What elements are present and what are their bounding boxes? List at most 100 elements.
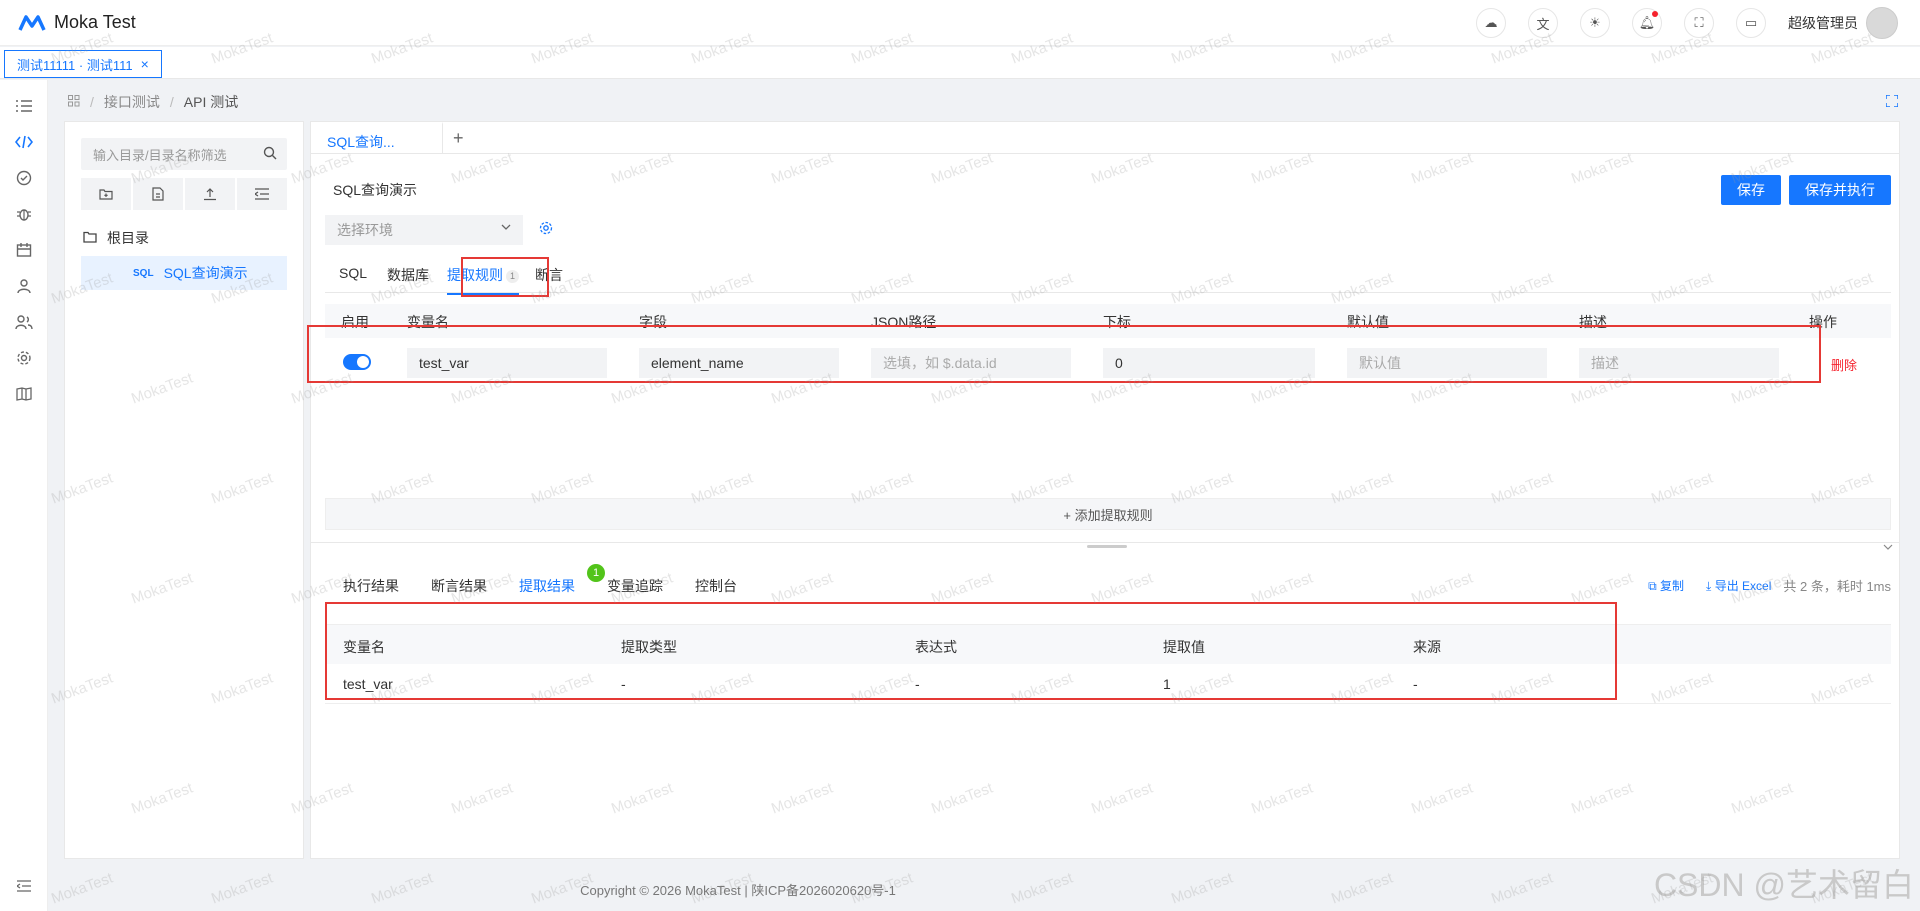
breadcrumb-separator: / (90, 94, 94, 110)
result-cell-source: - (1413, 676, 1418, 692)
result-col-var-name: 变量名 (343, 639, 385, 655)
rules-col-index: 下标 (1103, 314, 1131, 330)
tab-assert-result[interactable]: 断言结果 (431, 576, 487, 596)
rules-col-var-name: 变量名 (407, 314, 449, 330)
splitter-grip[interactable] (1087, 545, 1127, 548)
moka-logo-icon (18, 14, 46, 31)
rules-col-json-path: JSON路径 (871, 314, 937, 330)
result-cell-expression: - (915, 676, 920, 692)
save-button[interactable]: 保存 (1721, 175, 1781, 205)
request-editor-panel: SQL查询... + SQL查询演示 保存 保存并执行 选择环境 SQL 数据库… (307, 121, 1900, 859)
breadcrumb-item-api-test-group[interactable]: 接口测试 (104, 92, 160, 112)
tab-extract-rules-label: 提取规则 (447, 267, 503, 283)
tree-root-label: 根目录 (107, 230, 149, 246)
result-meta: ⧉ 复制 ⤓ 导出 Excel 共 2 条，耗时 1ms (1626, 576, 1891, 595)
request-tab-bar: SQL查询... + (311, 122, 1899, 154)
video-icon[interactable]: ▭ (1736, 8, 1766, 38)
tab-assertions[interactable]: 断言 (535, 265, 563, 285)
environment-settings-icon[interactable] (539, 221, 553, 238)
tab-database[interactable]: 数据库 (387, 265, 429, 285)
tab-variable-trace[interactable]: 变量追踪 (607, 576, 663, 596)
cloud-icon[interactable]: ☁ (1476, 8, 1506, 38)
default-value-input[interactable]: 默认值 (1347, 348, 1547, 378)
result-col-value: 提取值 (1163, 639, 1205, 655)
result-cell-var-name: test_var (343, 676, 393, 692)
breadcrumb-item-api-test: API 测试 (183, 94, 239, 110)
new-folder-icon[interactable] (81, 178, 131, 210)
page-tab-active[interactable]: 测试11111 · 测试111 × (4, 50, 162, 78)
top-actions: ☁ 文 ☀ 🔔︎ ⛶ ▭ 超级管理员 (1454, 0, 1898, 46)
new-file-icon[interactable] (133, 178, 183, 210)
users-icon[interactable] (14, 312, 34, 332)
environment-select[interactable]: 选择环境 (325, 215, 523, 245)
collapse-tree-icon[interactable] (237, 178, 287, 210)
expand-icon[interactable] (1885, 94, 1899, 110)
collapse-menu-icon[interactable] (14, 876, 34, 896)
icon-nav (0, 80, 48, 911)
search-icon[interactable] (263, 146, 277, 163)
tree-search-placeholder: 输入目录/目录名称筛选 (93, 147, 227, 163)
copy-label: 复制 (1660, 579, 1685, 593)
download-icon: ⤓ (1706, 579, 1715, 593)
rules-col-actions: 操作 (1809, 314, 1837, 330)
rules-col-desc: 描述 (1579, 314, 1607, 330)
var-name-input[interactable]: test_var (407, 348, 607, 378)
field-input[interactable]: element_name (639, 348, 839, 378)
add-extract-rule-button[interactable]: + 添加提取规则 (325, 498, 1891, 530)
enable-toggle[interactable] (343, 354, 371, 370)
theme-sun-icon[interactable]: ☀ (1580, 8, 1610, 38)
result-col-source: 来源 (1413, 639, 1441, 655)
rules-col-enabled: 启用 (341, 314, 369, 330)
result-col-expression: 表达式 (915, 639, 957, 655)
extract-rules-count-badge: 1 (506, 269, 519, 283)
result-tabs: 执行结果 断言结果 提取结果 1 变量追踪 控制台 ⧉ 复制 ⤓ 导出 Exce… (325, 564, 1891, 610)
footer-copyright: Copyright © 2026 MokaTest | 陕ICP备2026020… (580, 883, 896, 898)
table-row: test_var element_name 选填，如 $.data.id 0 默… (325, 336, 1891, 386)
tab-extract-result[interactable]: 提取结果 (519, 576, 575, 604)
book-icon[interactable] (14, 384, 34, 404)
top-bar: Moka Test ☁ 文 ☀ 🔔︎ ⛶ ▭ 超级管理员 (0, 0, 1920, 46)
tree-search-input[interactable]: 输入目录/目录名称筛选 (81, 138, 287, 170)
request-name: SQL查询演示 (333, 182, 418, 198)
tab-sql[interactable]: SQL (339, 265, 367, 281)
home-grid-icon[interactable] (68, 94, 80, 110)
extract-result-count-badge: 1 (587, 564, 605, 582)
description-input[interactable]: 描述 (1579, 348, 1779, 378)
delete-rule-link[interactable]: 删除 (1831, 355, 1857, 374)
tree-node-label: SQL查询演示 (163, 265, 248, 281)
tree-node-sql-demo[interactable]: SQL SQL查询演示 (81, 256, 287, 290)
app-logo[interactable]: Moka Test (18, 12, 136, 33)
tree-root-folder[interactable]: 根目录 (83, 228, 149, 248)
tree-toolbar (81, 178, 287, 210)
user-name[interactable]: 超级管理员 (1788, 13, 1858, 33)
close-icon[interactable]: × (141, 56, 149, 72)
check-circle-icon[interactable] (14, 168, 34, 188)
copy-link[interactable]: ⧉ 复制 (1648, 577, 1684, 594)
index-input[interactable]: 0 (1103, 348, 1315, 378)
notification-bell-icon[interactable]: 🔔︎ (1632, 8, 1662, 38)
export-excel-link[interactable]: ⤓ 导出 Excel (1706, 577, 1771, 594)
translate-icon[interactable]: 文 (1528, 8, 1558, 38)
watermark-text: MokaTest (1489, 869, 1556, 908)
fullscreen-icon[interactable]: ⛶ (1684, 8, 1714, 38)
panel-splitter[interactable] (311, 542, 1899, 550)
chevron-down-icon[interactable] (1883, 541, 1893, 555)
save-and-run-button[interactable]: 保存并执行 (1789, 175, 1891, 205)
result-col-extract-type: 提取类型 (621, 639, 677, 655)
upload-icon[interactable] (185, 178, 235, 210)
tab-exec-result[interactable]: 执行结果 (343, 576, 399, 596)
menu-list-icon[interactable] (14, 96, 34, 116)
request-tab-sql-demo[interactable]: SQL查询... (311, 122, 443, 154)
calendar-icon[interactable] (14, 240, 34, 260)
code-icon[interactable] (14, 132, 34, 152)
result-cell-extract-type: - (621, 676, 626, 692)
settings-gear-icon[interactable] (14, 348, 34, 368)
json-path-input[interactable]: 选填，如 $.data.id (871, 348, 1071, 378)
bug-icon[interactable] (14, 204, 34, 224)
notification-dot (1652, 11, 1658, 17)
avatar[interactable] (1866, 7, 1898, 39)
add-tab-button[interactable]: + (453, 128, 464, 149)
tab-console[interactable]: 控制台 (695, 576, 737, 596)
tab-extract-rules[interactable]: 提取规则 1 (447, 265, 519, 295)
user-icon[interactable] (14, 276, 34, 296)
